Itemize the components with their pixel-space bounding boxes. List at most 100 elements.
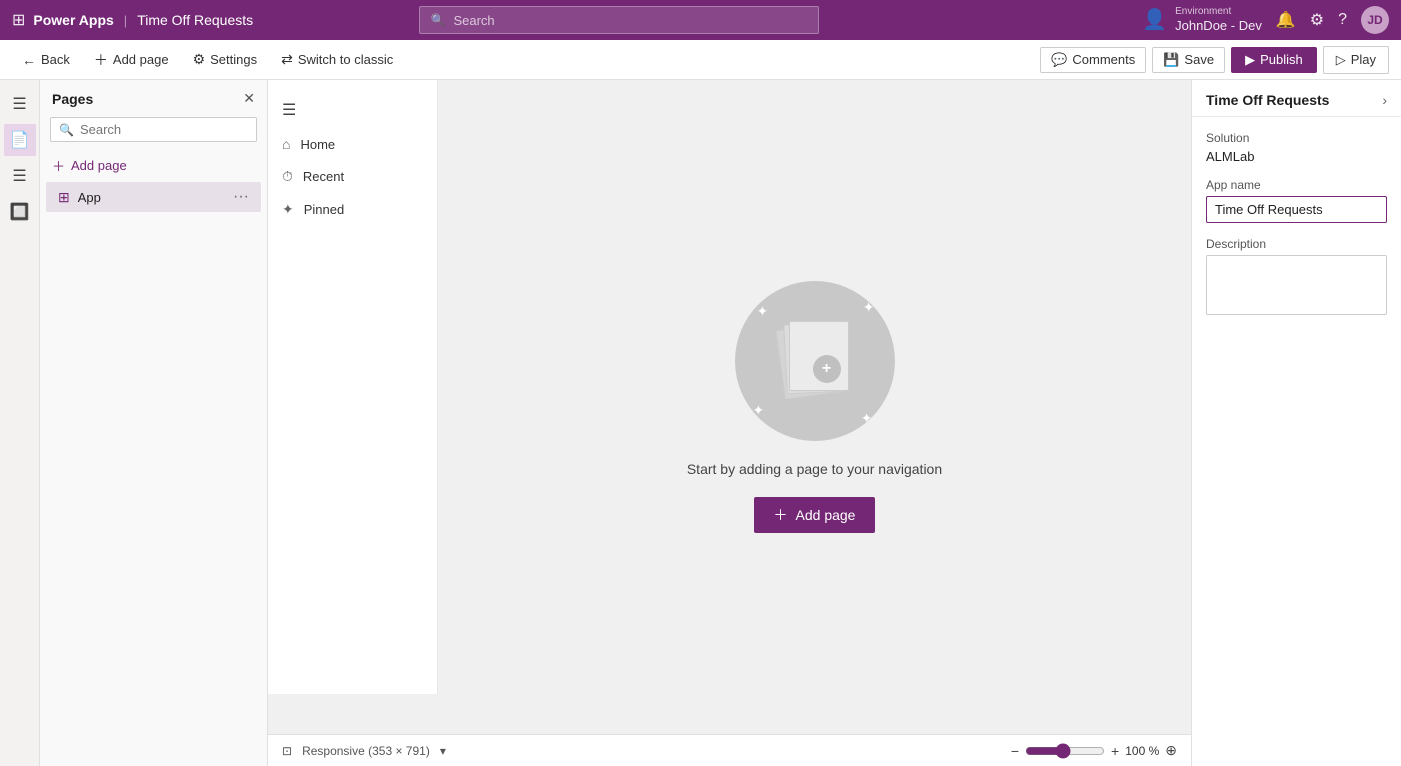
app-title: Time Off Requests xyxy=(137,12,253,28)
fit-screen-icon[interactable]: ⊕ xyxy=(1165,742,1177,759)
settings-gear-icon: ⚙ xyxy=(193,51,206,68)
environment-name: JohnDoe - Dev xyxy=(1175,18,1262,35)
top-nav-right: 👤 Environment JohnDoe - Dev 🔔 ⚙ ? JD xyxy=(1142,5,1389,35)
nav-item-home[interactable]: ⌂ Home xyxy=(268,128,437,160)
environment-text: Environment JohnDoe - Dev xyxy=(1175,5,1262,35)
data-icon[interactable]: ☰ xyxy=(4,160,36,192)
add-page-center-button[interactable]: ＋ Add page xyxy=(754,497,876,533)
add-page-plus-icon: ＋ xyxy=(52,156,65,175)
play-button[interactable]: ▷ Play xyxy=(1323,46,1389,74)
nav-home-label: Home xyxy=(300,137,335,152)
solution-label: Solution xyxy=(1206,131,1387,145)
zoom-out-button[interactable]: − xyxy=(1011,743,1019,759)
nav-recent-label: Recent xyxy=(303,169,344,184)
publish-button[interactable]: ▶ Publish xyxy=(1231,47,1317,73)
add-page-center-label: Add page xyxy=(796,507,856,523)
waffle-icon[interactable]: ⊞ xyxy=(12,10,25,30)
comment-icon: 💬 xyxy=(1051,52,1067,68)
back-button[interactable]: ← Back xyxy=(12,48,80,72)
add-page-center-icon: ＋ xyxy=(774,505,788,525)
environment-label: Environment xyxy=(1175,5,1262,18)
settings-label: Settings xyxy=(210,52,257,67)
page-item-label: App xyxy=(78,190,225,205)
switch-classic-button[interactable]: ⇄ Switch to classic xyxy=(271,47,403,72)
home-icon: ⌂ xyxy=(282,136,290,152)
solution-value: ALMLab xyxy=(1206,149,1387,164)
play-label: Play xyxy=(1351,52,1376,67)
nav-item-recent[interactable]: ⏱ Recent xyxy=(268,160,437,193)
responsive-dropdown-icon[interactable]: ▾ xyxy=(440,744,446,758)
save-button[interactable]: 💾 Save xyxy=(1152,47,1225,73)
page-item-app[interactable]: ⊞ App ··· xyxy=(46,182,261,212)
add-page-label: Add page xyxy=(113,52,169,67)
expand-right-panel-icon[interactable]: › xyxy=(1382,92,1387,108)
pages-search-box[interactable]: 🔍 xyxy=(50,117,257,142)
nav-item-pinned[interactable]: ✦ Pinned xyxy=(268,193,437,226)
settings-button[interactable]: ⚙ Settings xyxy=(183,47,268,72)
pages-title: Pages xyxy=(52,91,93,107)
add-page-panel-button[interactable]: ＋ Add page xyxy=(40,150,267,181)
switch-label: Switch to classic xyxy=(298,52,393,67)
empty-illustration: ✦ ✦ + ✦ ✦ xyxy=(735,281,895,441)
top-search-input[interactable] xyxy=(453,13,808,28)
brand-divider: | xyxy=(124,13,127,28)
app-name-input[interactable] xyxy=(1206,196,1387,223)
environment-block: 👤 Environment JohnDoe - Dev xyxy=(1142,5,1262,35)
zoom-in-button[interactable]: + xyxy=(1111,743,1119,759)
page-item-more-icon[interactable]: ··· xyxy=(233,188,249,206)
comments-button[interactable]: 💬 Comments xyxy=(1040,47,1146,73)
avatar[interactable]: JD xyxy=(1361,6,1389,34)
add-page-panel-label: Add page xyxy=(71,158,127,173)
back-label: Back xyxy=(41,52,70,67)
pages-panel: Pages ✕ 🔍 ＋ Add page ⊞ App ··· xyxy=(40,80,268,766)
zoom-value: 100 % xyxy=(1125,744,1159,758)
notification-icon[interactable]: 🔔 xyxy=(1276,10,1296,30)
nav-pinned-label: Pinned xyxy=(304,202,344,217)
description-label: Description xyxy=(1206,237,1387,251)
top-search-icon: 🔍 xyxy=(430,13,445,27)
brand-area: ⊞ Power Apps | Time Off Requests xyxy=(12,10,253,30)
zoom-slider[interactable] xyxy=(1025,743,1105,759)
pages-search-input[interactable] xyxy=(80,122,248,137)
responsive-icon: ⊡ xyxy=(282,744,292,758)
settings-icon[interactable]: ⚙ xyxy=(1310,10,1324,30)
help-icon[interactable]: ? xyxy=(1338,11,1347,29)
description-textarea[interactable] xyxy=(1206,255,1387,315)
empty-canvas-text: Start by adding a page to your navigatio… xyxy=(687,461,942,477)
preview-canvas: ☰ ⌂ Home ⏱ Recent ✦ Pinned ✦ ✦ xyxy=(268,80,1191,734)
save-icon: 💾 xyxy=(1163,52,1179,68)
preview-area: ☰ ⌂ Home ⏱ Recent ✦ Pinned ✦ ✦ xyxy=(268,80,1191,766)
pages-header: Pages ✕ xyxy=(40,80,267,117)
sparkle-bottom-right: ✦ xyxy=(861,410,873,427)
right-panel-header: Time Off Requests › xyxy=(1192,80,1401,117)
pinned-icon: ✦ xyxy=(282,201,294,218)
hamburger-menu-icon[interactable]: ☰ xyxy=(4,88,36,120)
play-icon: ▷ xyxy=(1336,52,1346,68)
comments-label: Comments xyxy=(1072,52,1135,67)
right-panel-body: Solution ALMLab App name Description xyxy=(1192,117,1401,332)
top-search-bar[interactable]: 🔍 xyxy=(419,6,819,34)
top-navigation: ⊞ Power Apps | Time Off Requests 🔍 👤 Env… xyxy=(0,0,1401,40)
sparkle-top-right: ✦ xyxy=(863,299,875,316)
back-icon: ← xyxy=(22,52,36,68)
brand-name: Power Apps xyxy=(33,12,113,28)
add-icon: ＋ xyxy=(94,50,108,70)
switch-icon: ⇄ xyxy=(281,51,293,68)
responsive-label: Responsive (353 × 791) xyxy=(302,744,430,758)
close-pages-icon[interactable]: ✕ xyxy=(243,90,255,107)
status-bar: ⊡ Responsive (353 × 791) ▾ − + 100 % ⊕ xyxy=(268,734,1191,766)
zoom-controls: − + 100 % ⊕ xyxy=(1011,742,1177,759)
add-page-button[interactable]: ＋ Add page xyxy=(84,46,179,74)
sparkle-bottom-left: ✦ xyxy=(753,402,765,419)
components-icon[interactable]: 🔲 xyxy=(4,196,36,228)
nav-hamburger-icon[interactable]: ☰ xyxy=(268,92,437,128)
nav-preview: ☰ ⌂ Home ⏱ Recent ✦ Pinned xyxy=(268,80,438,694)
publish-icon: ▶ xyxy=(1245,52,1255,68)
toolbar: ← Back ＋ Add page ⚙ Settings ⇄ Switch to… xyxy=(0,40,1401,80)
sparkle-top-left: ✦ xyxy=(757,303,769,320)
plus-circle-icon: + xyxy=(813,355,841,383)
environment-icon: 👤 xyxy=(1142,7,1167,32)
pages-icon[interactable]: 📄 xyxy=(4,124,36,156)
right-panel: Time Off Requests › Solution ALMLab App … xyxy=(1191,80,1401,766)
save-label: Save xyxy=(1184,52,1214,67)
